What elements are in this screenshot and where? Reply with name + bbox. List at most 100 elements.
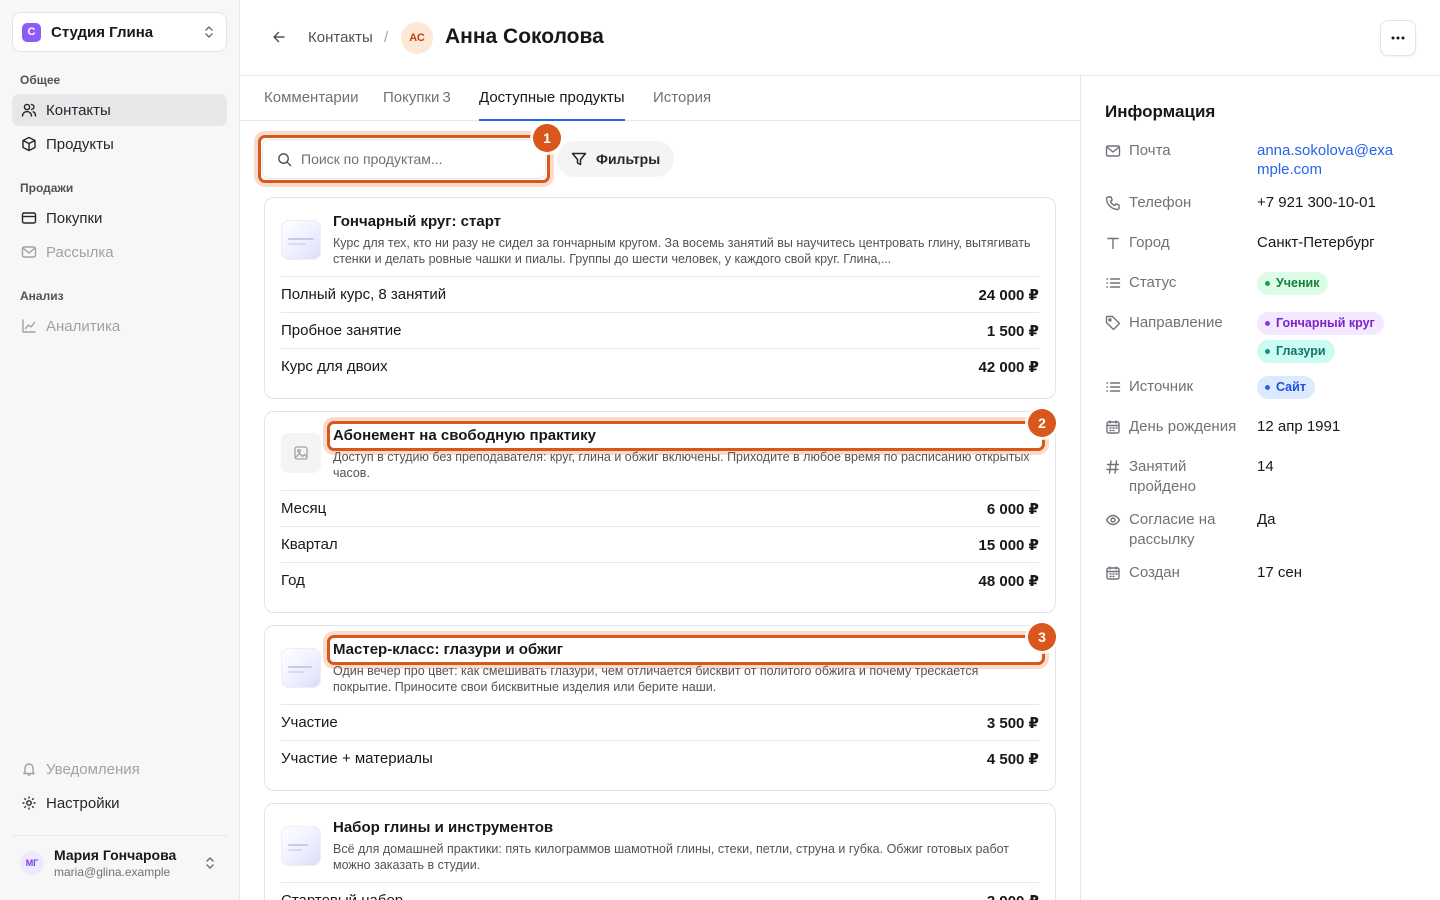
price-row[interactable]: Стартовый набор 3 900 ₽	[281, 882, 1039, 900]
consent-value: Да	[1257, 511, 1276, 528]
sidebar-item-mailing[interactable]: Рассылка	[12, 236, 227, 268]
workspace-switcher[interactable]: С Студия Глина	[12, 12, 227, 52]
option-name: Квартал	[281, 536, 338, 553]
product-title[interactable]: Мастер-класс: глазури и обжиг	[333, 641, 563, 658]
option-name: Месяц	[281, 500, 327, 517]
option-name: Стартовый набор	[281, 892, 403, 900]
sidebar-item-label: Аналитика	[46, 317, 121, 335]
sidebar-item-notifications[interactable]: Уведомления	[12, 753, 227, 785]
sidebar-item-label: Продукты	[46, 135, 114, 153]
sidebar-item-settings[interactable]: Настройки	[12, 787, 227, 819]
tag-badge[interactable]: Глазури	[1257, 340, 1335, 363]
info-label-source: Источник	[1105, 377, 1193, 397]
price-row[interactable]: Участие 3 500 ₽	[281, 704, 1039, 740]
list-icon	[1105, 377, 1129, 395]
filters-button[interactable]: Фильтры	[557, 141, 674, 177]
price-row[interactable]: Месяц 6 000 ₽	[281, 490, 1039, 526]
info-label-direction: Направление	[1105, 313, 1223, 333]
option-name: Пробное занятие	[281, 322, 402, 339]
info-label-city: Город	[1105, 233, 1170, 253]
calendar-icon	[1105, 563, 1129, 581]
page-title: Анна Соколова	[445, 25, 604, 48]
price-row[interactable]: Курс для двоих 42 000 ₽	[281, 348, 1039, 384]
sidebar-item-analytics[interactable]: Аналитика	[12, 310, 227, 342]
email-link[interactable]: anna.sokolova@example.com	[1257, 141, 1397, 179]
price-list: Полный курс, 8 занятий 24 000 ₽ Пробное з…	[281, 276, 1039, 384]
sidebar-item-products[interactable]: Продукты	[12, 128, 227, 160]
arrow-left-icon[interactable]	[270, 28, 288, 46]
option-name: Год	[281, 572, 305, 589]
breadcrumb[interactable]: Контакты	[308, 29, 373, 46]
option-name: Участие	[281, 714, 338, 731]
tag-badge[interactable]: Гончарный круг	[1257, 312, 1384, 335]
created-value: 17 сен	[1257, 564, 1302, 581]
ellipsis-icon	[1391, 36, 1405, 40]
filter-icon	[571, 151, 596, 167]
mail-icon	[1105, 141, 1129, 159]
sidebar-item-purchases[interactable]: Покупки	[12, 202, 227, 234]
option-name: Курс для двоих	[281, 358, 388, 375]
price-list: Участие 3 500 ₽ Участие + материалы 4 500 …	[281, 704, 1039, 776]
sidebar-item-contacts[interactable]: Контакты	[12, 94, 227, 126]
gear-icon	[21, 795, 46, 811]
product-description: Курс для тех, кто ни разу не сидел за го…	[333, 236, 1031, 266]
phone-icon	[1105, 193, 1129, 211]
product-card: Мастер-класс: глазури и обжиг Один вечер…	[264, 625, 1056, 791]
search-icon	[277, 152, 292, 167]
users-icon	[21, 102, 46, 118]
page-header: Контакты / АС Анна Соколова	[240, 0, 1440, 76]
tab-label: Покупки	[383, 89, 440, 106]
option-price: 15 000 ₽	[978, 536, 1039, 554]
highlight-badge: 1	[533, 124, 561, 152]
sidebar-item-label: Контакты	[46, 101, 111, 119]
calendar-icon	[1105, 417, 1129, 435]
option-price: 42 000 ₽	[978, 358, 1039, 376]
user-menu[interactable]: МГ Мария Гончарова maria@glina.example	[12, 835, 227, 889]
product-description: Доступ в студию без преподавателя: круг,…	[333, 450, 1030, 480]
price-row[interactable]: Полный курс, 8 занятий 24 000 ₽	[281, 276, 1039, 312]
tab-available-products[interactable]: Доступные продукты	[479, 89, 625, 121]
option-name: Участие + материалы	[281, 750, 433, 767]
info-label-phone: Телефон	[1105, 193, 1191, 213]
info-label-created: Создан	[1105, 563, 1180, 583]
price-row[interactable]: Год 48 000 ₽	[281, 562, 1039, 598]
more-options-button[interactable]	[1380, 20, 1416, 56]
product-title[interactable]: Гончарный круг: старт	[333, 213, 501, 230]
avatar: МГ	[20, 850, 44, 875]
option-price: 48 000 ₽	[978, 572, 1039, 590]
status-badge[interactable]: Ученик	[1257, 272, 1329, 295]
sidebar-item-label: Уведомления	[46, 760, 140, 778]
breadcrumb-separator: /	[384, 29, 389, 46]
tab-label: Комментарии	[264, 89, 359, 106]
product-title[interactable]: Абонемент на свободную практику	[333, 427, 596, 444]
highlight-badge: 3	[1028, 623, 1056, 651]
product-title[interactable]: Набор глины и инструментов	[333, 819, 553, 836]
section-label-sales: Продажи	[20, 181, 74, 195]
product-thumbnail	[281, 220, 321, 260]
sidebar-item-label: Покупки	[46, 209, 103, 227]
option-price: 4 500 ₽	[986, 750, 1039, 768]
phone-value: +7 921 300-10-01	[1257, 194, 1376, 211]
price-row[interactable]: Пробное занятие 1 500 ₽	[281, 312, 1039, 348]
credit-card-icon	[21, 210, 46, 226]
image-placeholder-icon	[281, 433, 321, 473]
panel-divider	[1080, 76, 1081, 900]
search-input[interactable]	[301, 151, 531, 167]
tab-purchases[interactable]: Покупки 3	[383, 89, 451, 121]
info-label-status: Статус	[1105, 273, 1176, 293]
section-label-analysis: Анализ	[20, 289, 64, 303]
filters-label: Фильтры	[596, 151, 661, 167]
option-price: 1 500 ₽	[986, 322, 1039, 340]
bell-icon	[21, 761, 46, 777]
chevron-up-down-icon	[202, 25, 216, 39]
tab-history[interactable]: История	[653, 89, 711, 121]
workspace-name: Студия Глина	[51, 23, 154, 41]
info-label-lessons: Занятий пройдено	[1105, 457, 1196, 497]
price-row[interactable]: Квартал 15 000 ₽	[281, 526, 1039, 562]
price-row[interactable]: Участие + материалы 4 500 ₽	[281, 740, 1039, 776]
search-field[interactable]	[262, 139, 546, 179]
source-badge[interactable]: Сайт	[1257, 376, 1315, 399]
info-label-email: Почта	[1105, 141, 1171, 161]
tab-comments[interactable]: Комментарии	[264, 89, 358, 121]
sidebar-item-label: Настройки	[46, 794, 120, 812]
